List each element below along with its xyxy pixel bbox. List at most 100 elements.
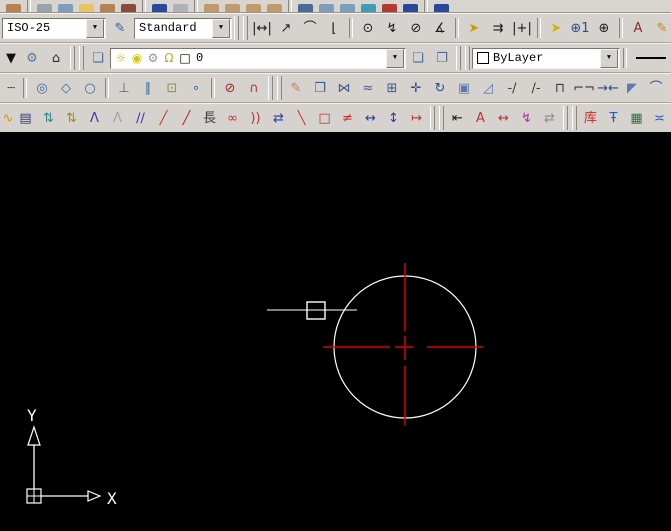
snap-to-perpendicular-button[interactable]: ⊥	[112, 76, 136, 100]
break-at-point-button[interactable]: ⊓	[548, 76, 572, 100]
toolbar-grip[interactable]	[268, 76, 273, 100]
toolbar-grip[interactable]	[465, 46, 470, 70]
quick-dimension-button[interactable]: ➤	[462, 16, 486, 40]
center-mark-button[interactable]: ⊕	[592, 16, 616, 40]
column-grid-1-button[interactable]: ⇅	[37, 106, 60, 130]
dim-style-dropdown-arrow-icon[interactable]: ▼	[86, 19, 104, 38]
distribute-button[interactable]: ⇄	[267, 106, 290, 130]
baseline-dimension-button[interactable]: ⇉	[486, 16, 510, 40]
join-button[interactable]: →←	[596, 76, 620, 100]
magenta-leader-button[interactable]: ↯	[515, 106, 538, 130]
diameter-dimension-button[interactable]: ⊘	[404, 16, 428, 40]
drawing-canvas[interactable]: Y X	[0, 132, 671, 531]
wrench-button[interactable]: ≍	[648, 106, 671, 130]
offset-button[interactable]: ≈	[356, 76, 380, 100]
toolbar-grip[interactable]	[563, 106, 568, 130]
text-frame-button[interactable]: A	[469, 106, 492, 130]
move-button[interactable]: ✛	[404, 76, 428, 100]
layer-combo-dropdown-arrow-icon[interactable]: ▼	[386, 49, 404, 68]
linetype-preview-line[interactable]	[636, 57, 666, 59]
copy-object-button[interactable]: ❐	[308, 76, 332, 100]
osnap-settings-button[interactable]: ∩	[242, 76, 266, 100]
char-chang-button[interactable]: 長	[198, 106, 221, 130]
chamfer-button[interactable]: ◤	[620, 76, 644, 100]
temporary-track-point-button[interactable]: ┄	[2, 76, 20, 100]
pipe-fitting-button[interactable]: ▤	[14, 106, 37, 130]
layer-combo[interactable]: ☼◉⚙Ω□ 0 ▼	[110, 48, 406, 69]
toolbar-grip[interactable]	[243, 16, 248, 40]
text-style-combo[interactable]: Standard ▼	[134, 18, 232, 39]
erase-button[interactable]: ✎	[284, 76, 308, 100]
axis-line-button[interactable]: ╱	[175, 106, 198, 130]
make-object-layer-current-button[interactable]: ❏	[406, 46, 430, 70]
snap-none-button[interactable]: ⊘	[218, 76, 242, 100]
roof-line-button[interactable]: Λ	[83, 106, 106, 130]
extend-button[interactable]: ∕-	[524, 76, 548, 100]
fillet-button[interactable]: ⌒	[644, 76, 668, 100]
layer-previous-button[interactable]: ❐	[430, 46, 454, 70]
color-combo-dropdown-arrow-icon[interactable]: ▼	[600, 49, 618, 68]
toolbar-grip[interactable]	[277, 76, 282, 100]
door-table-button[interactable]: ▦	[625, 106, 648, 130]
caliper-button[interactable]: Ŧ	[602, 106, 625, 130]
ordinate-dimension-button[interactable]: ⌊	[322, 16, 346, 40]
crosshair-cursor[interactable]	[267, 302, 357, 319]
continue-dimension-button[interactable]: |+|	[510, 16, 534, 40]
snap-to-tangent-button[interactable]: ○	[78, 76, 102, 100]
text-style-manager-button[interactable]: ✎	[108, 16, 132, 40]
parallel-red-button[interactable]: ≠	[336, 106, 359, 130]
tolerance-button[interactable]: ⊕1	[568, 16, 592, 40]
swap-arrows-button[interactable]: ⇄	[538, 106, 561, 130]
dimension-edit-button[interactable]: A	[626, 16, 650, 40]
layer-properties-button[interactable]: ❏	[86, 46, 110, 70]
dimension-text-edit-button[interactable]: ✎	[650, 16, 671, 40]
hatch-lines-button[interactable]: ∕∕	[129, 106, 152, 130]
toolbar-overflow-button[interactable]: ▼	[2, 46, 20, 70]
radius-dimension-button[interactable]: ⊙	[356, 16, 380, 40]
column-grid-2-button[interactable]: ⇅	[60, 106, 83, 130]
text-style-dropdown-arrow-icon[interactable]: ▼	[212, 19, 230, 38]
jogged-dimension-button[interactable]: ↯	[380, 16, 404, 40]
arc-length-dimension-button[interactable]: ⌒	[298, 16, 322, 40]
char-ku-button[interactable]: 库	[579, 106, 602, 130]
axis-line-dashed-button[interactable]: ╱	[152, 106, 175, 130]
toolbar-grip[interactable]	[70, 46, 75, 70]
snap-to-insert-button[interactable]: ⊡	[160, 76, 184, 100]
toolbar-grip[interactable]	[234, 16, 239, 40]
home-view-button[interactable]: ⌂	[44, 46, 68, 70]
object-color-combo[interactable]: ByLayer ▼	[472, 48, 620, 69]
mirror-button[interactable]: ⋈	[332, 76, 356, 100]
toolbar-grip[interactable]	[572, 106, 577, 130]
toolbar-grip[interactable]	[430, 106, 435, 130]
quick-leader-button[interactable]: ➤	[544, 16, 568, 40]
double-circle-button[interactable]: ∞	[221, 106, 244, 130]
aligned-dimension-button[interactable]: ↗	[274, 16, 298, 40]
tool-palettes-button[interactable]: ⚙	[20, 46, 44, 70]
linear-dimension-button[interactable]: |↔|	[250, 16, 274, 40]
toolbar-grip[interactable]	[439, 106, 444, 130]
arrow-bar-button[interactable]: ↔	[359, 106, 382, 130]
stretch-button[interactable]: ◿	[476, 76, 500, 100]
dim-style-combo[interactable]: ISO-25 ▼	[2, 18, 106, 39]
array-button[interactable]: ⊞	[380, 76, 404, 100]
scale-button[interactable]: ▣	[452, 76, 476, 100]
break-button[interactable]: ⌐¬	[572, 76, 596, 100]
angular-dimension-button[interactable]: ∡	[428, 16, 452, 40]
toolbar-grip[interactable]	[79, 46, 84, 70]
snap-to-center-button[interactable]: ◎	[30, 76, 54, 100]
snap-to-nearest-button[interactable]: ∘	[184, 76, 208, 100]
leader-line-button[interactable]: ╲	[290, 106, 313, 130]
roof-line-dashed-button[interactable]: Λ	[106, 106, 129, 130]
snap-to-parallel-button[interactable]: ∥	[136, 76, 160, 100]
width-arrows-button[interactable]: ↔	[492, 106, 515, 130]
dashed-box-button[interactable]: □	[313, 106, 336, 130]
partial-wave-button[interactable]: ∿	[2, 106, 14, 130]
dim-corner-button[interactable]: ⇤	[446, 106, 469, 130]
double-arc-button[interactable]: ))	[244, 106, 267, 130]
arrow-pins-button[interactable]: ↦	[405, 106, 428, 130]
rotate-button[interactable]: ↻	[428, 76, 452, 100]
trim-button[interactable]: -∕	[500, 76, 524, 100]
snap-to-quadrant-button[interactable]: ◇	[54, 76, 78, 100]
vertical-pins-button[interactable]: ↕	[382, 106, 405, 130]
toolbar-grip[interactable]	[456, 46, 461, 70]
